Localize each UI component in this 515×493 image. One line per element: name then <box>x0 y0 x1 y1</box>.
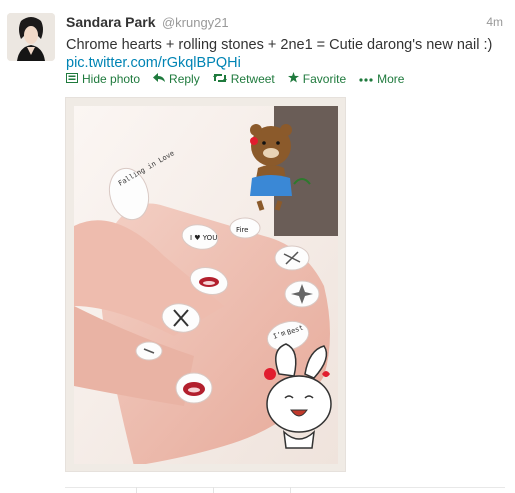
star-icon <box>287 72 299 86</box>
hide-photo-label: Hide photo <box>82 72 141 86</box>
footer-tick <box>213 487 214 493</box>
user-fullname[interactable]: Sandara Park <box>66 14 156 30</box>
more-icon <box>359 73 373 85</box>
nail-flower <box>274 245 310 271</box>
reply-button[interactable]: Reply <box>153 72 200 86</box>
favorite-button[interactable]: Favorite <box>287 72 347 86</box>
footer-tick <box>136 487 137 493</box>
nail-art-photo: Falling in Love I ♥ YOU Fire I'm Best <box>74 106 338 464</box>
avatar[interactable] <box>7 13 55 61</box>
nail-rolling-stones-2 <box>175 372 213 404</box>
footer-tick <box>290 487 291 493</box>
tweet-timestamp[interactable]: 4m <box>486 15 503 29</box>
tweet-header: Sandara Park @krungy21 4m <box>66 14 503 32</box>
nail-text-3: Fire <box>236 226 249 234</box>
tweet-photo[interactable]: Falling in Love I ♥ YOU Fire I'm Best <box>65 97 346 472</box>
favorite-label: Favorite <box>302 72 347 86</box>
tweet-text: Chrome hearts + rolling stones + 2ne1 = … <box>66 36 496 72</box>
user-handle[interactable]: @krungy21 <box>162 15 229 30</box>
reply-label: Reply <box>169 72 200 86</box>
retweet-button[interactable]: Retweet <box>212 72 275 86</box>
nail-fire: Fire <box>229 217 261 239</box>
tweet-actions: Hide photo Reply Retweet Favorite More <box>66 72 417 86</box>
photo-icon <box>66 72 78 86</box>
nail-star <box>284 280 320 308</box>
hide-photo-button[interactable]: Hide photo <box>66 72 140 86</box>
nail-small <box>135 341 163 361</box>
reply-icon <box>153 72 166 86</box>
tweet-photo-link[interactable]: pic.twitter.com/rGkqlBPQHi <box>66 55 241 71</box>
more-label: More <box>377 72 405 86</box>
tweet: Sandara Park @krungy21 4m Chrome hearts … <box>0 0 515 493</box>
tweet-body: Chrome hearts + rolling stones + 2ne1 = … <box>66 37 493 53</box>
retweet-icon <box>212 73 227 86</box>
retweet-label: Retweet <box>230 72 275 86</box>
tweet-divider <box>65 487 505 488</box>
nail-text-2: I ♥ YOU <box>190 234 217 242</box>
more-button[interactable]: More <box>359 72 404 86</box>
